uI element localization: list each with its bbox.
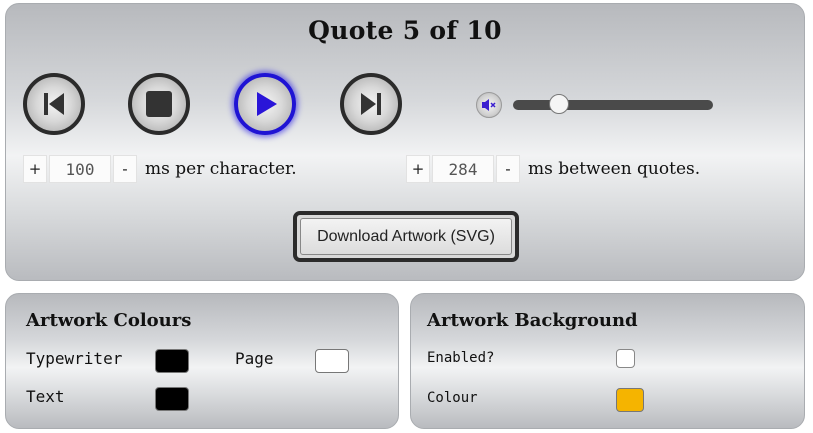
artwork-background-title: Artwork Background [427, 310, 638, 331]
quote-counter-title: Quote 5 of 10 [308, 16, 502, 45]
quote-delay-input[interactable]: 284 [432, 155, 494, 183]
quote-delay-label: ms between quotes. [528, 159, 701, 179]
colour-label: Colour [427, 390, 478, 406]
background-enabled-checkbox[interactable] [616, 349, 635, 368]
download-artwork-frame: Download Artwork (SVG) [293, 211, 519, 262]
stop-icon [146, 91, 172, 117]
mute-icon [482, 99, 496, 111]
text-colour-swatch[interactable] [155, 387, 189, 411]
next-button[interactable] [340, 73, 402, 135]
page-label: Page [235, 349, 274, 368]
char-delay-label: ms per character. [145, 159, 297, 179]
play-icon [257, 92, 277, 116]
text-label: Text [26, 387, 65, 406]
quote-delay-increment-button[interactable]: + [406, 155, 430, 183]
char-delay-input[interactable]: 100 [49, 155, 111, 183]
volume-slider[interactable] [513, 94, 713, 114]
char-delay-increment-button[interactable]: + [23, 155, 47, 183]
page-colour-swatch[interactable] [315, 349, 349, 373]
quote-delay-stepper: + 284 - ms between quotes. [406, 154, 700, 184]
artwork-colours-title: Artwork Colours [26, 310, 192, 331]
player-panel: Quote 5 of 10 + 100 - ms per character. … [5, 3, 805, 281]
char-delay-stepper: + 100 - ms per character. [23, 154, 297, 184]
enabled-label: Enabled? [427, 350, 495, 366]
previous-button[interactable] [23, 73, 85, 135]
play-button[interactable] [234, 73, 296, 135]
mute-button[interactable] [476, 92, 502, 118]
download-artwork-button[interactable]: Download Artwork (SVG) [300, 218, 512, 255]
background-colour-swatch[interactable] [616, 388, 644, 412]
typewriter-colour-swatch[interactable] [155, 349, 189, 373]
volume-slider-thumb[interactable] [549, 94, 569, 114]
stop-button[interactable] [128, 73, 190, 135]
skip-next-icon [361, 93, 381, 115]
artwork-colours-panel: Artwork Colours Typewriter Page Text [5, 293, 399, 429]
skip-previous-icon [44, 93, 64, 115]
typewriter-label: Typewriter [26, 349, 123, 368]
char-delay-decrement-button[interactable]: - [113, 155, 137, 183]
quote-delay-decrement-button[interactable]: - [496, 155, 520, 183]
artwork-background-panel: Artwork Background Enabled? Colour [410, 293, 805, 429]
